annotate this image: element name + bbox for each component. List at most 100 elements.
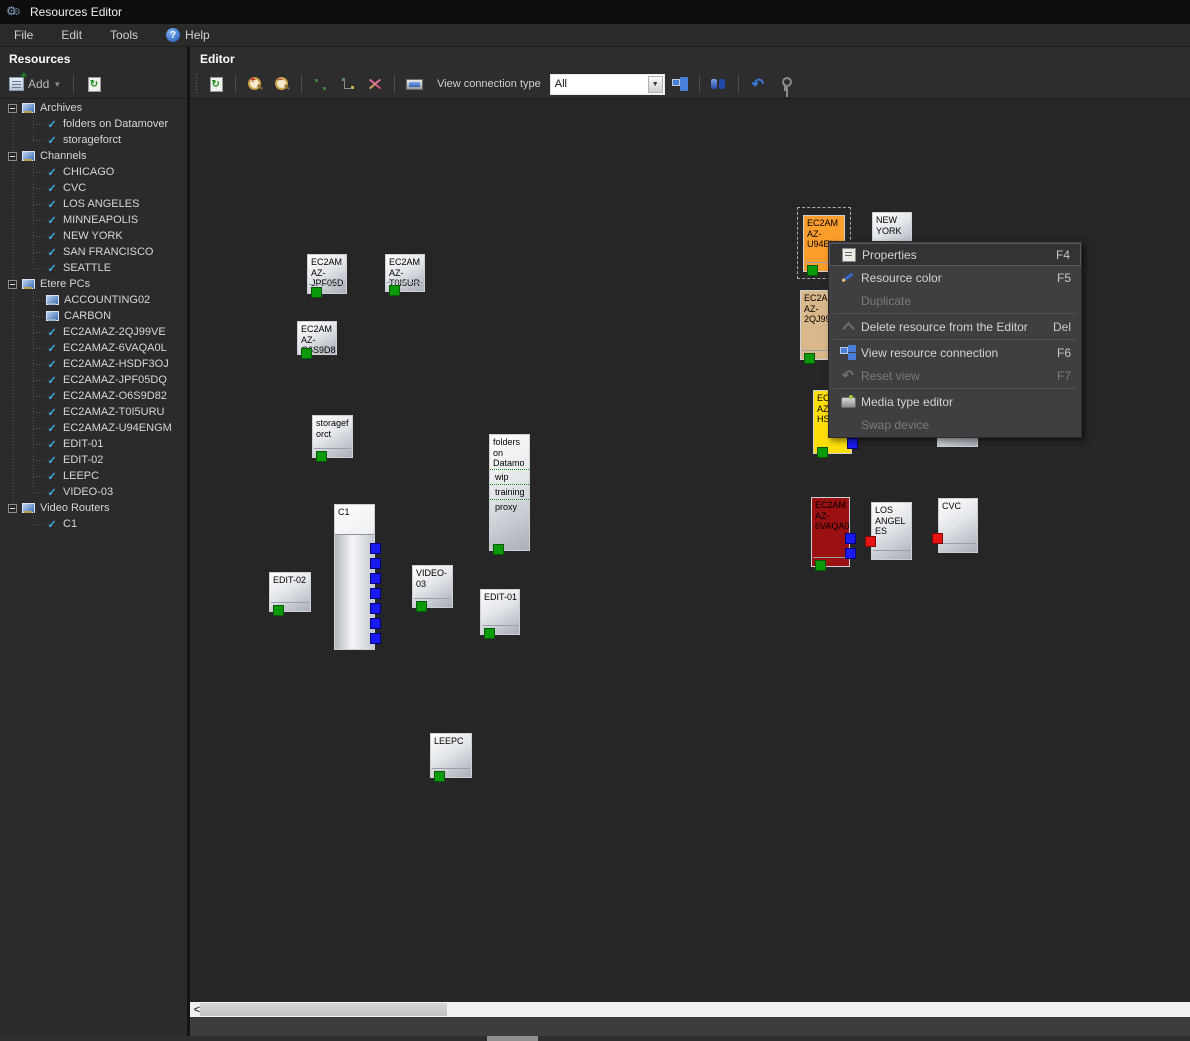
tree-item-edit-02[interactable]: ✓EDIT-02 [0, 452, 187, 468]
node-cvc[interactable]: CVC [938, 498, 978, 553]
tree-group-label: Channels [40, 150, 86, 162]
collapse-icon[interactable] [8, 280, 17, 289]
menu-item-resource-color[interactable]: Resource colorF5 [829, 266, 1081, 289]
tree-item-ec2amaz-hsdf3oj[interactable]: ✓EC2AMAZ-HSDF3OJ [0, 356, 187, 372]
tree-group-video-routers[interactable]: Video Routers [0, 500, 187, 516]
tree-item-label: VIDEO-03 [63, 486, 113, 498]
tree-item-storageforct[interactable]: ✓ storageforct [0, 132, 187, 148]
blue-port [845, 548, 856, 559]
zoom-in-button[interactable] [243, 73, 267, 95]
window-title: Resources Editor [30, 5, 122, 19]
collapse-icon[interactable] [8, 504, 17, 513]
tree-item-seattle[interactable]: ✓SEATTLE [0, 260, 187, 276]
node-edit-01[interactable]: EDIT-01 [480, 589, 520, 635]
menu-bar: FileEditTools?Help [0, 24, 1190, 47]
tree-item-new-york[interactable]: ✓NEW YORK [0, 228, 187, 244]
key-button[interactable] [773, 73, 797, 95]
add-button[interactable]: Add ▼ [5, 75, 65, 93]
tree-item-ec2amaz-6vaqa0l[interactable]: ✓EC2AMAZ-6VAQA0L [0, 340, 187, 356]
tree-item-ec2amaz-t0i5uru[interactable]: ✓EC2AMAZ-T0I5URU [0, 404, 187, 420]
connector-line-button[interactable] [336, 73, 360, 95]
tree-item-video-03[interactable]: ✓VIDEO-03 [0, 484, 187, 500]
tree-item-leepc[interactable]: ✓LEEPC [0, 468, 187, 484]
green-port [273, 605, 284, 616]
menu-item-label: Duplicate [861, 294, 1063, 308]
connect-points-button[interactable] [309, 73, 333, 95]
screen-view-button[interactable] [402, 73, 426, 95]
chevron-down-icon[interactable]: ▼ [53, 80, 61, 89]
node-ec2amaz-t0i5uru[interactable]: EC2AMAZ-T0I5UR [385, 254, 425, 292]
menu-item-properties[interactable]: PropertiesF4 [829, 243, 1081, 266]
context-menu: PropertiesF4Resource colorF5 Duplicate Del… [828, 241, 1082, 438]
tree-item-ec2amaz-u94engm[interactable]: ✓EC2AMAZ-U94ENGM [0, 420, 187, 436]
node-ec2amaz-6vaqa0l[interactable]: EC2AMAZ-6VAQA0 [811, 497, 850, 567]
computer-icon [46, 295, 59, 306]
cut-connection-icon [367, 77, 383, 91]
tree-item-ec2amaz-2qj99ve[interactable]: ✓EC2AMAZ-2QJ99VE [0, 324, 187, 340]
node-video-03[interactable]: VIDEO-03 [412, 565, 453, 608]
node-edit-02[interactable]: EDIT-02 [269, 572, 311, 612]
reset-view-button[interactable]: ↶ [746, 73, 770, 95]
node-leepc[interactable]: LEEPC [430, 733, 472, 778]
tree-group-channels[interactable]: Channels [0, 148, 187, 164]
check-icon: ✓ [46, 358, 58, 371]
menu-tools[interactable]: Tools [96, 25, 152, 45]
menu-edit[interactable]: Edit [47, 25, 96, 45]
tree-item-los-angeles[interactable]: ✓LOS ANGELES [0, 196, 187, 212]
tree-item-label: folders on Datamover [63, 118, 168, 130]
tree-group-archives[interactable]: Archives [0, 100, 187, 116]
collapse-icon[interactable] [8, 104, 17, 113]
refresh-button[interactable] [82, 73, 106, 95]
check-icon: ✓ [46, 230, 58, 243]
tree-item-label: SEATTLE [63, 262, 111, 274]
menu-item-view-resource-connection[interactable]: View resource connectionF6 [829, 341, 1081, 364]
check-icon: ✓ [46, 134, 58, 147]
cut-connection-button[interactable] [363, 73, 387, 95]
tree-item-cvc[interactable]: ✓CVC [0, 180, 187, 196]
tree-item-chicago[interactable]: ✓CHICAGO [0, 164, 187, 180]
node-label: LEEPC [431, 734, 471, 747]
connection-type-select[interactable]: All ▼ [550, 74, 665, 95]
bottom-scrollbar-thumb[interactable] [487, 1036, 538, 1041]
undo-icon: ↶ [751, 77, 764, 92]
tree-item-carbon[interactable]: CARBON [0, 308, 187, 324]
tree-item-ec2amaz-o6s9d82[interactable]: ✓EC2AMAZ-O6S9D82 [0, 388, 187, 404]
check-icon: ✓ [46, 246, 58, 259]
toolbar-separator [73, 75, 74, 93]
menu-help[interactable]: ?Help [152, 25, 224, 45]
node-ec2amaz-o6s9d82[interactable]: EC2AMAZ-O6S9D8 [297, 321, 337, 355]
tree-item-c1[interactable]: ✓C1 [0, 516, 187, 532]
computer-icon [46, 311, 59, 322]
tree-item-folders-on-datamover[interactable]: ✓folders on Datamover [0, 116, 187, 132]
scrollbar-thumb[interactable] [200, 1003, 447, 1016]
view-resource-connection-button[interactable] [668, 73, 692, 95]
node-folders-on-datamover[interactable]: foldersonDatamowiptrainingproxy [489, 434, 530, 551]
refresh-icon [210, 77, 223, 92]
menu-item-media-type-editor[interactable]: Media type editor [829, 390, 1081, 413]
horizontal-scrollbar[interactable]: < [190, 1002, 1190, 1017]
find-button[interactable] [707, 73, 731, 95]
menu-file[interactable]: File [0, 25, 47, 45]
zoom-out-button[interactable] [270, 73, 294, 95]
check-icon: ✓ [46, 438, 58, 451]
editor-canvas[interactable]: EC2AMAZ-JPF05D EC2AMAZ-T0I5UR EC2AMAZ-O6S9… [190, 99, 1190, 1002]
refresh-editor-button[interactable] [204, 73, 228, 95]
node-ec2amaz-jpf05dq[interactable]: EC2AMAZ-JPF05D [307, 254, 347, 294]
tree-item-san-francisco[interactable]: ✓SAN FRANCISCO [0, 244, 187, 260]
tree-item-minneapolis[interactable]: ✓MINNEAPOLIS [0, 212, 187, 228]
node-c1-router[interactable]: C1 [334, 504, 375, 650]
node-label: EDIT-02 [270, 573, 310, 586]
tree-item-edit-01[interactable]: ✓EDIT-01 [0, 436, 187, 452]
collapse-icon[interactable] [8, 152, 17, 161]
toolbar-grip[interactable] [194, 74, 199, 94]
menu-item-label: Swap device [861, 418, 1063, 432]
chevron-down-icon[interactable]: ▼ [648, 76, 663, 93]
node-storageforct[interactable]: storageforct [312, 415, 353, 458]
tree-item-accounting02[interactable]: ACCOUNTING02 [0, 292, 187, 308]
node-los-angeles[interactable]: LOSANGELES [871, 502, 912, 560]
tree-item-label: storageforct [63, 134, 121, 146]
menu-item-delete-resource-from-the-editor[interactable]: Delete resource from the EditorDel [829, 315, 1081, 338]
tree-group-etere-pcs[interactable]: Etere PCs [0, 276, 187, 292]
undo-icon: ↶ [835, 367, 861, 384]
tree-item-ec2amaz-jpf05dq[interactable]: ✓EC2AMAZ-JPF05DQ [0, 372, 187, 388]
